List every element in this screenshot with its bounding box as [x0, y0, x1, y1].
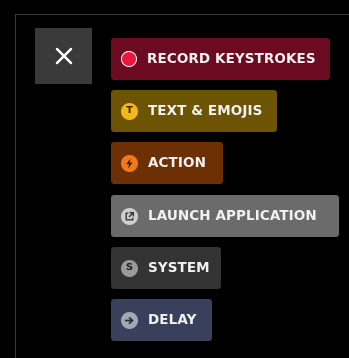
- text-t-icon: T: [121, 102, 138, 120]
- text-emojis-label: TEXT & EMOJIS: [148, 103, 263, 119]
- arrow-right-icon: [121, 311, 138, 329]
- close-button[interactable]: [35, 28, 92, 84]
- record-keystrokes-button[interactable]: RECORD KEYSTROKES: [111, 38, 330, 80]
- action-label: ACTION: [148, 155, 206, 171]
- action-button[interactable]: ACTION: [111, 142, 223, 184]
- close-icon: [55, 47, 72, 65]
- system-button[interactable]: S SYSTEM: [111, 247, 221, 289]
- launch-application-label: LAUNCH APPLICATION: [148, 208, 317, 224]
- delay-label: DELAY: [148, 312, 197, 328]
- record-dot-icon: [121, 51, 137, 67]
- text-emojis-button[interactable]: T TEXT & EMOJIS: [111, 90, 277, 132]
- delay-button[interactable]: DELAY: [111, 299, 212, 341]
- launch-application-button[interactable]: LAUNCH APPLICATION: [111, 195, 339, 237]
- system-s-icon: S: [121, 259, 138, 277]
- lightning-icon: [121, 154, 138, 172]
- system-label: SYSTEM: [148, 260, 210, 276]
- launch-external-icon: [121, 207, 138, 225]
- record-keystrokes-label: RECORD KEYSTROKES: [147, 51, 316, 67]
